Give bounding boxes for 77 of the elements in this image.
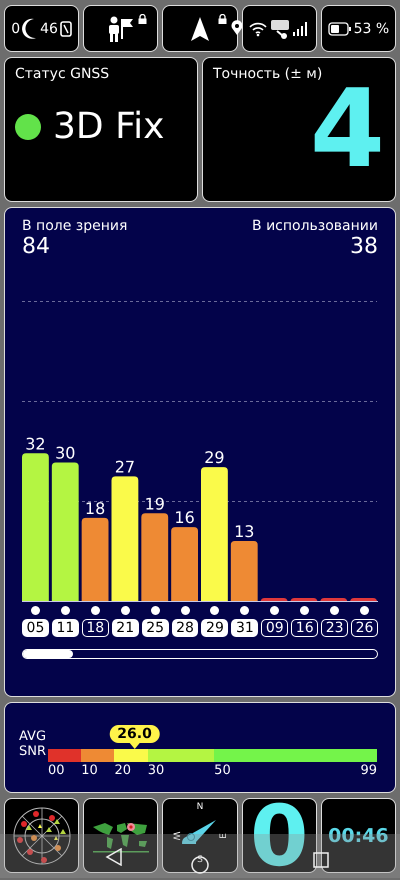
satellite-dot — [90, 606, 100, 615]
speed-value: 0 — [250, 799, 308, 872]
average-snr-callout: 26.0 — [109, 725, 160, 749]
snr-value: 29 — [204, 448, 225, 468]
satellite-dot — [300, 606, 310, 615]
satellite-dot — [360, 606, 370, 615]
compass-needle-icon — [182, 818, 218, 844]
scale-tick-label: 30 — [148, 763, 164, 778]
share-icon — [269, 18, 292, 40]
lock-icon — [218, 14, 227, 24]
sky-view-tile[interactable] — [4, 798, 80, 873]
back-icon[interactable] — [105, 848, 123, 866]
satellite-dot — [30, 606, 40, 615]
lock-icon — [138, 14, 148, 24]
scale-tick-label: 20 — [114, 763, 132, 778]
signal-bar — [230, 541, 258, 601]
fix-status-text: 3D Fix — [53, 106, 164, 147]
scale-tick-label: 50 — [214, 763, 231, 778]
satellite-id: 05 — [22, 619, 49, 637]
signal-icon — [293, 22, 310, 36]
clock-tile[interactable]: 00:46 — [320, 798, 396, 873]
wifi-icon — [249, 20, 268, 36]
satellite-dot — [180, 606, 190, 615]
snr-value: 32 — [25, 434, 46, 454]
satellite-dot — [270, 606, 280, 615]
satellite-dot — [330, 606, 340, 615]
scale-tick-label: 99 — [360, 763, 377, 778]
nfc-icon — [60, 20, 72, 36]
satellite-dot — [240, 606, 250, 615]
compass-north-label: N — [196, 802, 204, 812]
satellite-dot — [210, 606, 220, 615]
scale-tick-label: 00 — [48, 763, 65, 778]
snr-label: SNR — [19, 744, 46, 760]
signal-bar — [320, 598, 348, 602]
satellite-id: 09 — [261, 619, 288, 637]
battery-icon — [328, 22, 352, 36]
satellite-id: 25 — [142, 619, 169, 637]
scale-tick-label: 10 — [81, 763, 98, 778]
signal-bar — [350, 598, 377, 602]
satellite-id: 11 — [52, 619, 79, 637]
snr-value: 13 — [234, 522, 254, 541]
snr-value: 19 — [144, 494, 165, 514]
satellite-id: 23 — [321, 619, 348, 637]
avg-label: AVG — [19, 728, 46, 744]
satellite-id: 29 — [201, 619, 228, 637]
satellite-id: 31 — [231, 619, 258, 637]
navigation-arrow-icon — [190, 16, 210, 42]
snr-value: 18 — [84, 498, 106, 518]
in-use-count: 38 — [350, 234, 378, 259]
home-icon[interactable] — [191, 856, 209, 874]
battery-text: 53 % — [354, 20, 390, 36]
satellite-id: 28 — [172, 619, 198, 637]
clock-text: 0 — [11, 20, 20, 36]
satellite-dot — [150, 606, 160, 615]
satellite-id: 18 — [82, 619, 109, 637]
snr-value: 30 — [55, 444, 76, 463]
signal-bar — [260, 598, 288, 602]
clock-text: 00:46 — [328, 824, 389, 846]
speed-tile[interactable]: 0 — [242, 798, 317, 873]
in-use-label: В использовании — [252, 218, 378, 234]
clock-text: 46 — [40, 20, 58, 36]
satellite-dot — [120, 606, 130, 615]
snr-value: 27 — [114, 457, 136, 476]
compass-west-label: W — [170, 832, 181, 840]
satellite-id: 21 — [112, 619, 139, 637]
in-view-label: В поле зрения — [22, 218, 128, 234]
signal-bar — [290, 598, 318, 602]
snr-value: 16 — [174, 508, 195, 528]
scroll-bar[interactable] — [22, 649, 378, 659]
satellite-id: 26 — [351, 619, 378, 637]
card-title: Статус GNSS — [15, 66, 110, 82]
compass-east-label: E — [218, 833, 229, 839]
in-view-count: 84 — [22, 234, 51, 259]
satellite-dot — [60, 606, 70, 615]
world-map-tile[interactable] — [83, 798, 158, 873]
satellite-id: 16 — [291, 619, 318, 637]
recent-apps-icon[interactable] — [313, 852, 329, 868]
